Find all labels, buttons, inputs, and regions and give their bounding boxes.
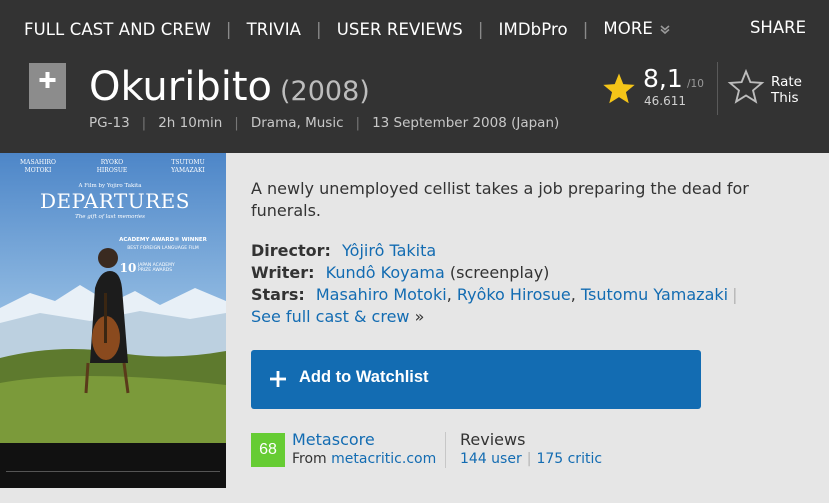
poster-credit-text: YAMAZAKI xyxy=(171,167,205,174)
add-to-watchlist-button[interactable]: Add to Watchlist xyxy=(251,350,701,409)
plus-ribbon-icon xyxy=(29,63,66,109)
page-title: Okuribito (2008) xyxy=(89,63,370,116)
see-full-cast-label: See full cast & crew xyxy=(251,307,410,326)
stars-comma: , xyxy=(446,285,457,304)
director-link[interactable]: Yôjirô Takita xyxy=(342,241,436,260)
writer-link[interactable]: Kundô Koyama xyxy=(326,263,445,282)
watchlist-ribbon-button[interactable] xyxy=(29,63,66,109)
share-button[interactable]: SHARE xyxy=(750,18,806,37)
writer-row: Writer: Kundô Koyama (screenplay) xyxy=(251,262,741,284)
movie-poster[interactable]: MASAHIRO MOTOKI RYOKO HIROSUE TSUTOMU YAMAZ… xyxy=(0,153,226,488)
reviews-heading: Reviews xyxy=(460,430,526,449)
divider xyxy=(717,62,718,115)
poster-credit-1: MASAHIRO MOTOKI xyxy=(8,159,68,175)
director-row: Director: Yôjirô Takita xyxy=(251,240,741,262)
nav-separator: | xyxy=(582,19,589,39)
poster-prize-line: PRIZE AWARDS xyxy=(138,268,173,273)
plus-icon xyxy=(269,370,287,392)
star-link[interactable]: Tsutomu Yamazaki xyxy=(581,285,728,304)
poster-credit-text: MASAHIRO xyxy=(20,159,56,166)
writer-note: (screenplay) xyxy=(449,263,550,282)
movie-subline: PG-13 | 2h 10min | Drama, Music | 13 Sep… xyxy=(89,115,559,131)
rate-line2: This xyxy=(771,90,799,106)
reviews-separator: | xyxy=(526,451,532,467)
reviews-links: 144 user | 175 critic xyxy=(460,451,602,467)
poster-title: DEPARTURES xyxy=(40,189,190,213)
subline-separator: | xyxy=(141,115,147,131)
rate-line1: Rate xyxy=(771,74,802,90)
metascore-from: From xyxy=(292,451,327,467)
poster-prize-text: JAPAN ACADEMY PRIZE AWARDS xyxy=(138,263,198,273)
genres[interactable]: Drama, Music xyxy=(251,115,344,131)
release-date[interactable]: 13 September 2008 (Japan) xyxy=(372,115,559,131)
raquo-icon: » xyxy=(414,307,425,326)
movie-title: Okuribito xyxy=(89,64,272,110)
runtime: 2h 10min xyxy=(158,115,223,131)
poster-credit-text: TSUTOMU xyxy=(171,159,205,166)
poster-award-1: ACADEMY AWARD® WINNER xyxy=(119,237,207,243)
poster-credit-2: RYOKO HIROSUE xyxy=(82,159,142,175)
subline-separator: | xyxy=(234,115,239,131)
writer-label: Writer: xyxy=(251,263,315,282)
rating-votes[interactable]: 46.611 xyxy=(644,94,686,108)
stars-separator: | xyxy=(732,285,738,304)
nav-separator: | xyxy=(477,19,484,39)
nav-imdbpro[interactable]: IMDbPro xyxy=(499,20,568,39)
watchlist-label: Add to Watchlist xyxy=(299,368,429,386)
poster-credit-text: HIROSUE xyxy=(96,167,128,174)
nav-bar: FULL CAST AND CREW | TRIVIA | USER REVIE… xyxy=(24,18,671,40)
user-reviews-link[interactable]: 144 user xyxy=(460,451,522,467)
director-label: Director: xyxy=(251,241,331,260)
star-link[interactable]: Ryôko Hirosue xyxy=(457,285,571,304)
subline-separator: | xyxy=(355,115,361,131)
critic-reviews-link[interactable]: 175 critic xyxy=(536,451,602,467)
nav-more-label: MORE xyxy=(603,19,653,38)
poster-tagline: The gift of last memories xyxy=(75,214,145,220)
certificate: PG-13 xyxy=(89,115,130,131)
nav-separator: | xyxy=(316,19,322,39)
poster-award-2: BEST FOREIGN LANGUAGE FILM xyxy=(127,246,199,251)
stars-label: Stars: xyxy=(251,285,305,304)
divider xyxy=(445,432,446,468)
rating-out-of: /10 xyxy=(687,78,704,90)
rate-label: Rate This xyxy=(771,74,802,106)
poster-prize-number: 10 xyxy=(119,261,137,275)
title-bar: FULL CAST AND CREW | TRIVIA | USER REVIE… xyxy=(0,0,829,153)
stars-comma: , xyxy=(570,285,581,304)
movie-year[interactable]: (2008) xyxy=(280,76,370,107)
metascore-badge[interactable]: 68 xyxy=(251,433,285,467)
rating-score: 8,1 xyxy=(643,64,683,93)
metascore-link[interactable]: Metascore xyxy=(292,430,375,449)
stars-row: Stars: Masahiro Motoki, Ryôko Hirosue, T… xyxy=(251,284,741,306)
star-icon xyxy=(601,72,637,110)
nav-separator: | xyxy=(225,19,232,39)
chevron-down-icon xyxy=(659,20,671,39)
poster-credit-3: TSUTOMU YAMAZAKI xyxy=(158,159,218,175)
star-outline-icon xyxy=(727,68,765,109)
nav-full-cast[interactable]: FULL CAST AND CREW xyxy=(24,20,211,39)
nav-trivia[interactable]: TRIVIA xyxy=(247,20,301,39)
credits-summary: Director: Yôjirô Takita Writer: Kundô Ko… xyxy=(251,240,741,306)
nav-more[interactable]: MORE xyxy=(603,19,671,39)
poster-credit-text: RYOKO xyxy=(100,159,124,166)
nav-user-reviews[interactable]: USER REVIEWS xyxy=(337,20,463,39)
metascore-source: From metacritic.com xyxy=(292,451,436,467)
poster-credit-text: MOTOKI xyxy=(24,167,52,174)
metacritic-link[interactable]: metacritic.com xyxy=(331,451,436,467)
see-full-cast-link[interactable]: See full cast & crew » xyxy=(251,306,424,328)
plot-summary: A newly unemployed cellist takes a job p… xyxy=(251,179,749,220)
star-link[interactable]: Masahiro Motoki xyxy=(316,285,447,304)
